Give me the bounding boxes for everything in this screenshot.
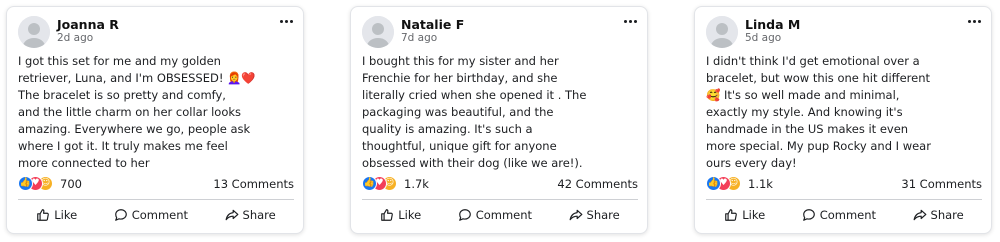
reactions-summary[interactable]: 👍 ♥ ☺ xyxy=(706,176,750,192)
post-text-line: handmade in the US makes it even xyxy=(706,122,909,136)
post-text: I bought this for my sister and her Fren… xyxy=(362,53,641,172)
divider xyxy=(706,199,982,200)
more-options-icon[interactable] xyxy=(621,14,639,28)
action-bar: Like Comment Share xyxy=(706,206,982,224)
post-card: Linda M 5d ago I didn't think I'd get em… xyxy=(694,6,992,234)
author-name[interactable]: Linda M xyxy=(745,17,800,32)
share-arrow-icon xyxy=(225,209,238,221)
share-label: Share xyxy=(242,208,276,222)
like-button[interactable]: Like xyxy=(36,208,77,222)
comment-bubble-icon xyxy=(802,209,815,221)
default-avatar-icon[interactable] xyxy=(18,16,50,48)
post-text-line: bracelet, but wow this one hit different xyxy=(706,71,931,85)
share-label: Share xyxy=(586,208,620,222)
post-stats: 👍 ♥ ☺ 700 13 Comments xyxy=(18,176,294,192)
author-name[interactable]: Natalie F xyxy=(401,17,464,32)
post-text-line: quality is amazing. It's such a xyxy=(362,122,533,136)
share-button[interactable]: Share xyxy=(569,208,620,222)
like-reaction-icon: 👍 xyxy=(18,176,33,191)
action-bar: Like Comment Share xyxy=(362,206,638,224)
post-text-line: I bought this for my sister and her xyxy=(362,54,559,68)
share-arrow-icon xyxy=(569,209,582,221)
post-text-line: Frenchie for her birthday, and she xyxy=(362,71,558,85)
post-text: I didn't think I'd get emotional over a … xyxy=(706,53,985,172)
author-name[interactable]: Joanna R xyxy=(57,17,119,32)
share-button[interactable]: Share xyxy=(225,208,276,222)
like-label: Like xyxy=(742,208,766,222)
comment-button[interactable]: Comment xyxy=(458,208,532,222)
like-label: Like xyxy=(398,208,422,222)
default-avatar-icon[interactable] xyxy=(706,16,738,48)
reaction-count[interactable]: 1.7k xyxy=(404,177,429,191)
more-options-icon[interactable] xyxy=(965,14,983,28)
comment-count[interactable]: 13 Comments xyxy=(213,177,294,191)
thumbs-up-icon xyxy=(381,209,394,221)
like-button[interactable]: Like xyxy=(380,208,421,222)
divider xyxy=(362,199,638,200)
comment-button[interactable]: Comment xyxy=(114,208,188,222)
comment-label: Comment xyxy=(475,208,533,222)
post-text-line: exactly my style. And knowing it's xyxy=(706,105,903,119)
post-text-line: literally cried when she opened it . The xyxy=(362,88,587,102)
like-reaction-icon: 👍 xyxy=(362,176,377,191)
post-text-line: and the little charm on her collar looks xyxy=(18,105,242,119)
post-text-line: thoughtful, unique gift for anyone xyxy=(362,139,557,153)
post-text: I got this set for me and my golden retr… xyxy=(18,53,297,172)
post-timestamp[interactable]: 7d ago xyxy=(401,32,437,44)
comment-button[interactable]: Comment xyxy=(802,208,876,222)
like-button[interactable]: Like xyxy=(724,208,765,222)
default-avatar-icon[interactable] xyxy=(362,16,394,48)
share-button[interactable]: Share xyxy=(913,208,964,222)
post-text-line: packaging was beautiful, and the xyxy=(362,105,554,119)
post-stats: 👍 ♥ ☺ 1.1k 31 Comments xyxy=(706,176,982,192)
like-reaction-icon: 👍 xyxy=(706,176,721,191)
comment-count[interactable]: 42 Comments xyxy=(557,177,638,191)
reaction-count[interactable]: 1.1k xyxy=(748,177,773,191)
post-text-line: ours every day! xyxy=(706,156,797,170)
reactions-summary[interactable]: 👍 ♥ ☺ xyxy=(362,176,406,192)
thumbs-up-icon xyxy=(725,209,738,221)
post-card: Joanna R 2d ago I got this set for me an… xyxy=(6,6,304,234)
post-text-line: where I got it. It truly makes me feel xyxy=(18,139,228,153)
post-text-line: retriever, Luna, and I'm OBSESSED! 👩‍🦰❤️ xyxy=(18,71,256,85)
post-text-line: amazing. Everywhere we go, people ask xyxy=(18,122,251,136)
post-text-line: 🥰 It's so well made and minimal, xyxy=(706,88,900,102)
comment-label: Comment xyxy=(131,208,189,222)
post-text-line: more special. My pup Rocky and I wear xyxy=(706,139,931,153)
thumbs-up-icon xyxy=(37,209,50,221)
post-card: Natalie F 7d ago I bought this for my si… xyxy=(350,6,648,234)
post-text-line: I got this set for me and my golden xyxy=(18,54,221,68)
post-text-line: I didn't think I'd get emotional over a xyxy=(706,54,920,68)
more-options-icon[interactable] xyxy=(277,14,295,28)
reaction-count[interactable]: 700 xyxy=(60,177,82,191)
share-arrow-icon xyxy=(913,209,926,221)
action-bar: Like Comment Share xyxy=(18,206,294,224)
like-label: Like xyxy=(54,208,78,222)
post-text-line: obsessed with their dog (like we are!). xyxy=(362,156,583,170)
post-timestamp[interactable]: 2d ago xyxy=(57,32,93,44)
share-label: Share xyxy=(930,208,964,222)
reactions-summary[interactable]: 👍 ♥ ☺ xyxy=(18,176,62,192)
comment-bubble-icon xyxy=(458,209,471,221)
comment-bubble-icon xyxy=(114,209,127,221)
post-text-line: The bracelet is so pretty and comfy, xyxy=(18,88,226,102)
post-text-line: more connected to her xyxy=(18,156,150,170)
comment-label: Comment xyxy=(819,208,877,222)
comment-count[interactable]: 31 Comments xyxy=(901,177,982,191)
post-timestamp[interactable]: 5d ago xyxy=(745,32,781,44)
divider xyxy=(18,199,294,200)
post-stats: 👍 ♥ ☺ 1.7k 42 Comments xyxy=(362,176,638,192)
